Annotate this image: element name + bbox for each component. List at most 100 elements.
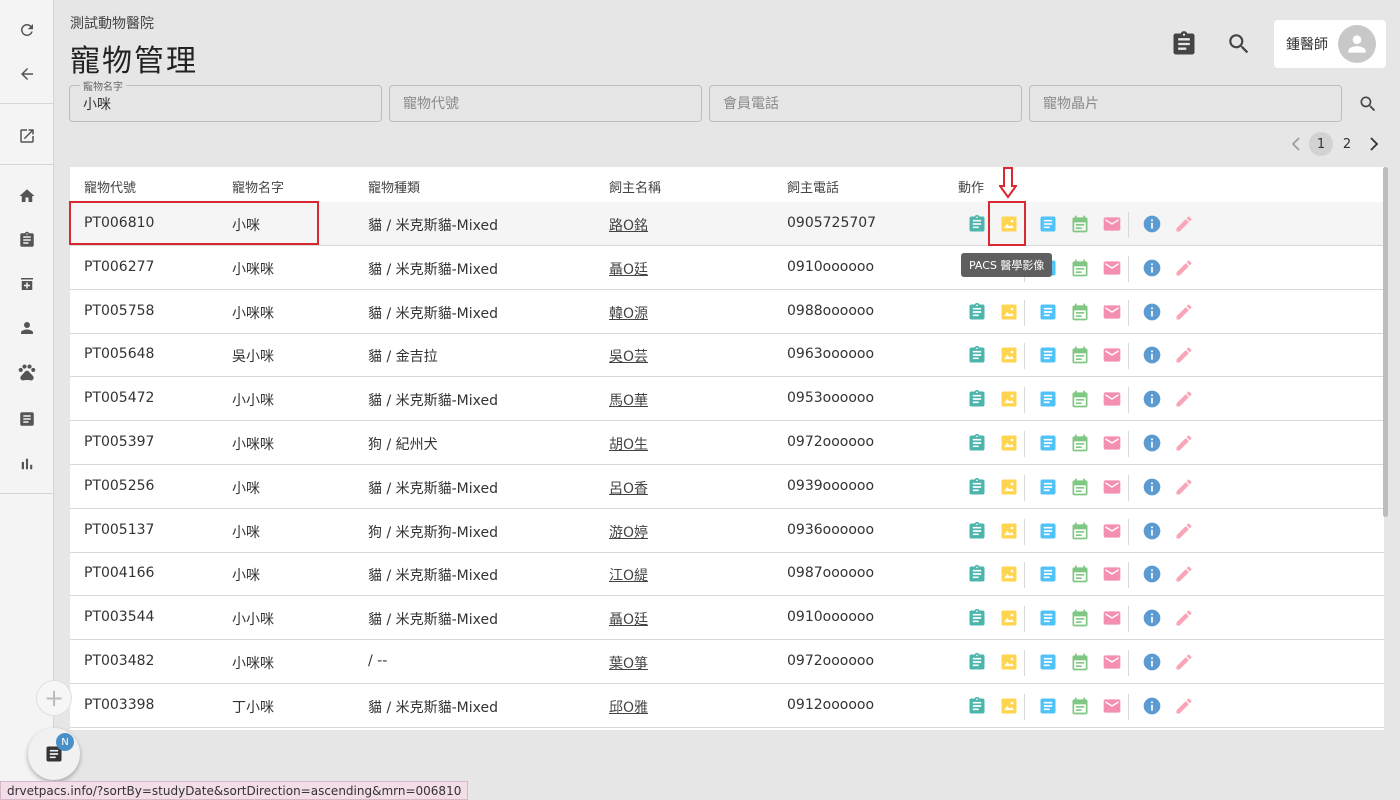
table-row[interactable]: PT005472 小小咪 貓 / 米克斯貓-Mixed 馬O華 0953oooooo	[70, 377, 1384, 422]
image-icon[interactable]	[997, 431, 1021, 455]
image-icon[interactable]	[997, 606, 1021, 630]
clipboard-icon[interactable]	[965, 300, 989, 324]
edit-icon[interactable]	[1172, 475, 1196, 499]
edit-icon[interactable]	[1172, 431, 1196, 455]
scrollbar[interactable]	[1383, 167, 1388, 517]
column-header-phone[interactable]: 飼主電話	[787, 177, 839, 196]
cell-owner[interactable]: 邱O雅	[609, 697, 648, 717]
cell-owner[interactable]: 馬O華	[609, 390, 648, 410]
info-icon[interactable]	[1140, 475, 1164, 499]
column-header-name[interactable]: 寵物名字	[232, 177, 284, 196]
pet-chip-input[interactable]	[1030, 86, 1341, 121]
info-icon[interactable]	[1140, 343, 1164, 367]
image-icon[interactable]	[997, 694, 1021, 718]
edit-icon[interactable]	[1172, 343, 1196, 367]
home-icon[interactable]	[0, 178, 54, 214]
table-row[interactable]: PT004166 小咪 貓 / 米克斯貓-Mixed 江O緹 0987oooooo	[70, 552, 1384, 597]
info-icon[interactable]	[1140, 694, 1164, 718]
document-icon[interactable]	[1036, 212, 1060, 236]
mail-icon[interactable]	[1100, 519, 1124, 543]
edit-icon[interactable]	[1172, 256, 1196, 280]
cell-owner[interactable]: 路O銘	[609, 215, 648, 235]
document-icon[interactable]	[1036, 694, 1060, 718]
document-icon[interactable]	[1036, 343, 1060, 367]
document-icon[interactable]	[1036, 519, 1060, 543]
search-icon[interactable]	[1221, 26, 1257, 62]
search-icon[interactable]	[1354, 90, 1382, 118]
pet-code-input[interactable]	[390, 86, 701, 121]
image-icon[interactable]	[997, 343, 1021, 367]
edit-icon[interactable]	[1172, 606, 1196, 630]
info-icon[interactable]	[1140, 519, 1164, 543]
clipboard-icon[interactable]	[965, 212, 989, 236]
clipboard-icon[interactable]	[965, 475, 989, 499]
table-row[interactable]: PT006810 小咪 貓 / 米克斯貓-Mixed 路O銘 0905725707	[70, 202, 1384, 246]
table-row[interactable]: PT005397 小咪咪 狗 / 紀州犬 胡O生 0972oooooo	[70, 421, 1384, 465]
back-icon[interactable]	[0, 56, 54, 92]
mail-icon[interactable]	[1100, 343, 1124, 367]
user-menu[interactable]: 鍾醫師	[1274, 20, 1386, 68]
document-icon[interactable]	[1036, 475, 1060, 499]
image-icon[interactable]	[997, 650, 1021, 674]
calendar-icon[interactable]	[1068, 475, 1092, 499]
table-row[interactable]: PT005648 吳小咪 貓 / 金吉拉 吳O芸 0963oooooo	[70, 333, 1384, 378]
cell-owner[interactable]: 葉O箏	[609, 653, 648, 673]
chevron-left-icon[interactable]	[1287, 132, 1305, 156]
calendar-icon[interactable]	[1068, 431, 1092, 455]
calendar-icon[interactable]	[1068, 300, 1092, 324]
info-icon[interactable]	[1140, 650, 1164, 674]
edit-icon[interactable]	[1172, 212, 1196, 236]
cell-owner[interactable]: 游O婷	[609, 522, 648, 542]
info-icon[interactable]	[1140, 606, 1164, 630]
image-icon[interactable]	[997, 300, 1021, 324]
clipboard-icon[interactable]	[0, 222, 54, 258]
refresh-icon[interactable]	[0, 12, 54, 48]
table-row[interactable]: PT003398 丁小咪 貓 / 米克斯貓-Mixed 邱O雅 0912oooooo	[70, 684, 1384, 728]
medical-box-icon[interactable]	[0, 266, 54, 302]
info-icon[interactable]	[1140, 562, 1164, 586]
mail-icon[interactable]	[1100, 431, 1124, 455]
member-phone-input[interactable]	[710, 86, 1021, 121]
person-icon[interactable]	[0, 310, 54, 346]
calendar-icon[interactable]	[1068, 343, 1092, 367]
add-button[interactable]: +	[36, 680, 72, 716]
column-header-species[interactable]: 寵物種類	[368, 177, 420, 196]
mail-icon[interactable]	[1100, 475, 1124, 499]
edit-icon[interactable]	[1172, 519, 1196, 543]
paw-icon[interactable]	[0, 354, 54, 390]
table-row[interactable]: PT003544 小小咪 貓 / 米克斯貓-Mixed 聶O廷 0910oooooo	[70, 596, 1384, 641]
table-row[interactable]: PT005137 小咪 狗 / 米克斯狗-Mixed 游O婷 0936oooooo	[70, 509, 1384, 553]
clipboard-icon[interactable]	[965, 387, 989, 411]
column-header-owner[interactable]: 飼主名稱	[609, 177, 661, 196]
mail-icon[interactable]	[1100, 387, 1124, 411]
table-row[interactable]: PT003482 小咪咪 / -- 葉O箏 0972oooooo	[70, 640, 1384, 684]
clipboard-icon[interactable]	[965, 562, 989, 586]
info-icon[interactable]	[1140, 212, 1164, 236]
image-icon[interactable]	[997, 475, 1021, 499]
cell-owner[interactable]: 聶O廷	[609, 259, 648, 279]
document-icon[interactable]	[1036, 387, 1060, 411]
table-row[interactable]: PT006277 小咪咪 貓 / 米克斯貓-Mixed 聶O廷 0910oooooo	[70, 246, 1384, 290]
document-icon[interactable]	[1036, 431, 1060, 455]
page-1-button[interactable]: 1	[1309, 132, 1333, 156]
edit-icon[interactable]	[1172, 387, 1196, 411]
calendar-icon[interactable]	[1068, 387, 1092, 411]
calendar-icon[interactable]	[1068, 562, 1092, 586]
mail-icon[interactable]	[1100, 606, 1124, 630]
calendar-icon[interactable]	[1068, 606, 1092, 630]
info-icon[interactable]	[1140, 431, 1164, 455]
table-row[interactable]: PT005758 小咪咪 貓 / 米克斯貓-Mixed 韓O源 0988oooooo	[70, 290, 1384, 334]
cell-owner[interactable]: 吳O芸	[609, 346, 648, 366]
calendar-icon[interactable]	[1068, 519, 1092, 543]
calendar-icon[interactable]	[1068, 256, 1092, 280]
document-icon[interactable]	[1036, 562, 1060, 586]
column-header-code[interactable]: 寵物代號	[84, 177, 136, 196]
edit-icon[interactable]	[1172, 650, 1196, 674]
edit-icon[interactable]	[1172, 694, 1196, 718]
mail-icon[interactable]	[1100, 694, 1124, 718]
info-icon[interactable]	[1140, 300, 1164, 324]
document-icon[interactable]	[1036, 606, 1060, 630]
clipboard-icon[interactable]	[965, 694, 989, 718]
cell-owner[interactable]: 呂O香	[609, 478, 648, 498]
document-icon[interactable]	[1036, 300, 1060, 324]
